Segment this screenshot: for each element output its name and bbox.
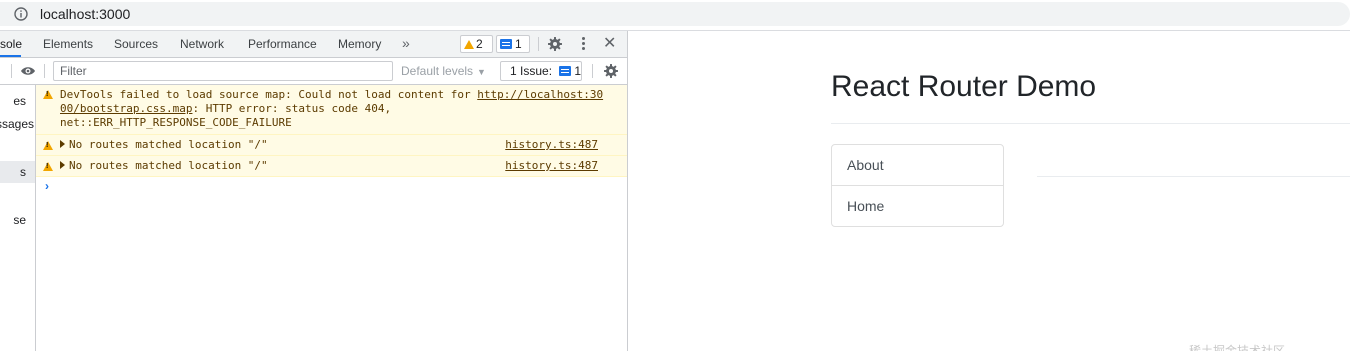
console-toolbar: Filter Default levels ▼ 1 Issue: 1 bbox=[0, 58, 627, 85]
console-message-warning[interactable]: No routes matched location "/" history.t… bbox=[36, 135, 627, 156]
messages-badge[interactable]: 1 bbox=[496, 35, 530, 53]
settings-gear-icon[interactable] bbox=[548, 37, 562, 51]
tab-elements[interactable]: Elements bbox=[43, 31, 93, 57]
console-message-text: No routes matched location "/" bbox=[60, 159, 490, 173]
page-title: React Router Demo bbox=[831, 70, 1097, 103]
issues-count: 1 bbox=[574, 64, 582, 78]
filter-input[interactable]: Filter bbox=[53, 61, 393, 81]
more-tabs-chevron-icon[interactable]: » bbox=[402, 31, 410, 57]
console-message-warning[interactable]: DevTools failed to load source map: Coul… bbox=[36, 85, 627, 135]
default-levels-dropdown[interactable]: Default levels ▼ bbox=[401, 58, 486, 84]
console-message-text: No routes matched location "/" bbox=[60, 138, 490, 152]
warning-icon bbox=[464, 40, 474, 49]
default-levels-label: Default levels bbox=[401, 64, 474, 78]
tab-sources[interactable]: Sources bbox=[114, 31, 158, 57]
warnings-badge[interactable]: 2 bbox=[460, 35, 493, 53]
console-message-warning[interactable]: No routes matched location "/" history.t… bbox=[36, 156, 627, 177]
source-map-link-continued[interactable]: 00/bootstrap.css.map bbox=[60, 102, 192, 115]
divider bbox=[44, 64, 45, 78]
tab-memory[interactable]: Memory bbox=[338, 31, 381, 57]
warning-icon bbox=[43, 162, 53, 171]
watermark-logo: 稀土掘金技术社区 bbox=[1189, 344, 1286, 351]
devtools-panel: sole Elements Sources Network Performanc… bbox=[0, 31, 628, 351]
omnibox[interactable]: localhost:3000 bbox=[0, 2, 1350, 26]
source-link[interactable]: history.ts:487 bbox=[505, 159, 598, 173]
tab-network[interactable]: Network bbox=[180, 31, 224, 57]
issues-label: 1 Issue: bbox=[510, 64, 553, 78]
expand-triangle-icon[interactable] bbox=[60, 161, 65, 169]
nav-list: About Home bbox=[831, 144, 1004, 227]
source-map-link[interactable]: http://localhost:30 bbox=[477, 88, 603, 101]
divider bbox=[11, 64, 12, 78]
console-prompt-chevron-icon[interactable]: › bbox=[45, 179, 49, 193]
address-bar: localhost:3000 bbox=[0, 0, 1350, 31]
devtools-tab-bar: sole Elements Sources Network Performanc… bbox=[0, 31, 627, 58]
warning-count: 2 bbox=[476, 37, 483, 51]
eye-icon[interactable] bbox=[20, 66, 36, 76]
expand-triangle-icon[interactable] bbox=[60, 140, 65, 148]
issues-button[interactable]: 1 Issue: 1 bbox=[500, 61, 582, 81]
divider bbox=[592, 64, 593, 78]
close-icon[interactable]: ✕ bbox=[603, 36, 616, 52]
console-settings-gear-icon[interactable] bbox=[604, 64, 618, 78]
nav-link-about[interactable]: About bbox=[832, 145, 1003, 186]
nav-link-home[interactable]: Home bbox=[832, 186, 1003, 227]
tab-performance[interactable]: Performance bbox=[248, 31, 317, 57]
sidebar-item-warnings[interactable]: s bbox=[0, 161, 35, 183]
tab-console[interactable]: sole bbox=[0, 31, 22, 57]
web-page: React Router Demo About Home 稀土掘金技术社区 bbox=[629, 31, 1350, 351]
divider bbox=[538, 37, 539, 51]
warning-icon bbox=[43, 90, 53, 99]
message-count: 1 bbox=[515, 37, 522, 51]
dropdown-caret-icon: ▼ bbox=[477, 67, 486, 77]
more-options-kebab-icon[interactable] bbox=[582, 37, 585, 51]
info-circle-icon[interactable] bbox=[14, 7, 28, 21]
issue-message-icon bbox=[559, 66, 572, 76]
console-message-text: DevTools failed to load source map: Coul… bbox=[60, 88, 604, 129]
divider bbox=[1037, 176, 1350, 177]
url-text[interactable]: localhost:3000 bbox=[40, 5, 130, 23]
source-link[interactable]: history.ts:487 bbox=[505, 138, 598, 152]
console-log: DevTools failed to load source map: Coul… bbox=[36, 85, 627, 351]
message-icon bbox=[500, 39, 512, 49]
warning-icon bbox=[43, 141, 53, 150]
divider bbox=[831, 123, 1350, 124]
console-sidebar: es ssages s se bbox=[0, 85, 36, 351]
